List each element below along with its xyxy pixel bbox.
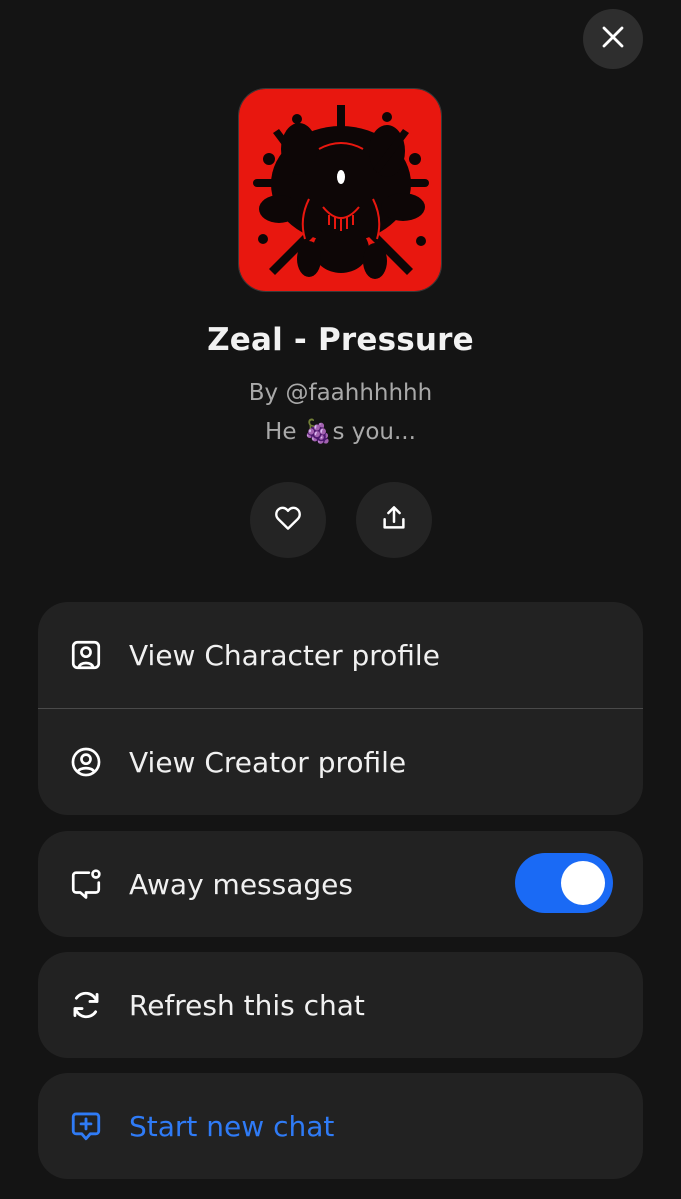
profile-menu-group: View Character profile View Creator prof… [38, 602, 643, 815]
new-chat-icon [68, 1108, 104, 1144]
character-profile-icon [68, 637, 104, 673]
refresh-chat-label: Refresh this chat [129, 988, 365, 1022]
close-button[interactable] [583, 9, 643, 69]
heart-icon [273, 503, 303, 537]
toggle-knob [561, 861, 605, 905]
refresh-chat-item[interactable]: Refresh this chat [38, 952, 643, 1058]
like-button[interactable] [250, 482, 326, 558]
character-avatar[interactable] [238, 88, 442, 292]
share-button[interactable] [356, 482, 432, 558]
away-messages-item[interactable]: Away messages [38, 831, 643, 937]
start-new-chat-label: Start new chat [129, 1109, 335, 1143]
creator-profile-icon [68, 744, 104, 780]
view-creator-profile-label: View Creator profile [129, 745, 407, 779]
start-new-chat-item[interactable]: Start new chat [38, 1073, 643, 1179]
view-character-profile-label: View Character profile [129, 638, 440, 672]
view-character-profile-item[interactable]: View Character profile [38, 602, 643, 708]
close-icon [600, 24, 626, 54]
refresh-chat-card: Refresh this chat [38, 952, 643, 1058]
character-name: Zeal - Pressure [207, 322, 474, 358]
away-message-icon [68, 866, 104, 902]
away-messages-label: Away messages [129, 867, 353, 901]
share-icon [379, 503, 409, 537]
away-messages-toggle[interactable] [515, 853, 613, 913]
view-creator-profile-item[interactable]: View Creator profile [38, 709, 643, 815]
away-messages-card: Away messages [38, 831, 643, 937]
character-menu-sheet: Zeal - Pressure By @faahhhhhh He 🍇s you.… [0, 0, 681, 1199]
new-chat-card: Start new chat [38, 1073, 643, 1179]
refresh-icon [68, 987, 104, 1023]
creator-byline[interactable]: By @faahhhhhh [0, 380, 681, 406]
character-tagline: He 🍇s you... [265, 419, 416, 445]
